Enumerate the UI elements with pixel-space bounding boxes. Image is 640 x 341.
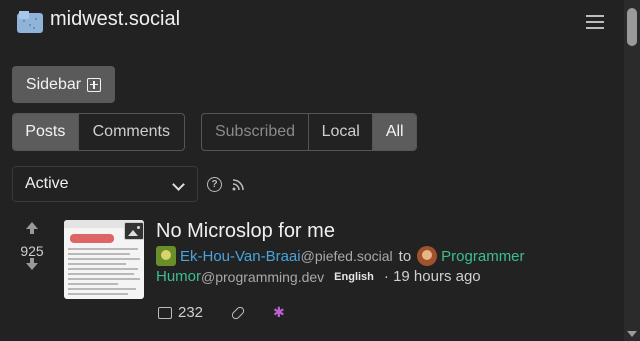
- sidebar-button-label: Sidebar: [25, 75, 82, 93]
- post-thumbnail[interactable]: [64, 220, 144, 299]
- tab-posts[interactable]: Posts: [13, 114, 79, 150]
- language-badge: English: [334, 270, 374, 283]
- link-icon[interactable]: [230, 304, 246, 321]
- comment-count[interactable]: 232: [178, 304, 203, 321]
- scrollbar-thumb[interactable]: [627, 8, 637, 46]
- sort-selected: Active: [25, 175, 69, 192]
- author-link[interactable]: Ek-Hou-Van-Braai: [180, 248, 301, 265]
- listing-toggle: Subscribed Local All: [201, 113, 417, 151]
- tab-local[interactable]: Local: [309, 114, 374, 150]
- site-logo-icon[interactable]: [16, 9, 44, 35]
- upvote-icon[interactable]: [26, 222, 38, 234]
- author-instance: @piefed.social: [300, 248, 393, 264]
- community-link[interactable]: Programmer: [441, 248, 524, 265]
- author-avatar: [156, 246, 176, 266]
- navbar: midwest.social: [0, 0, 624, 42]
- site-name[interactable]: midwest.social: [50, 8, 180, 31]
- tab-subscribed[interactable]: Subscribed: [202, 114, 309, 150]
- comment-icon[interactable]: [158, 306, 172, 319]
- chevron-down-icon: [172, 178, 185, 191]
- rss-icon[interactable]: [232, 179, 244, 191]
- community-avatar: [417, 246, 438, 266]
- plus-square-icon: [87, 77, 102, 92]
- community-instance: @programming.dev: [201, 268, 325, 285]
- post-score: 925: [20, 243, 44, 259]
- post-title[interactable]: No Microslop for me: [156, 220, 335, 243]
- scrollbar[interactable]: [624, 0, 640, 341]
- view-toggle: Posts Comments: [12, 113, 185, 151]
- menu-icon[interactable]: [586, 15, 604, 29]
- tab-comments[interactable]: Comments: [79, 114, 184, 150]
- crosspost-icon[interactable]: ✱: [273, 304, 285, 321]
- sort-select[interactable]: Active: [12, 166, 198, 202]
- to-label: to: [398, 247, 412, 265]
- post-meta-line1: Ek-Hou-Van-Braai @piefed.social to Progr…: [156, 246, 525, 266]
- post-meta-line2: Humor @programming.dev English · 19 hour…: [156, 268, 481, 285]
- community-link-cont[interactable]: Humor: [156, 268, 201, 285]
- sidebar-button[interactable]: Sidebar: [12, 66, 115, 103]
- downvote-icon[interactable]: [26, 258, 38, 270]
- tab-all[interactable]: All: [373, 114, 416, 150]
- scroll-down-icon[interactable]: [627, 331, 637, 337]
- image-icon: [124, 222, 144, 240]
- post-actions: 232 ✱: [158, 304, 285, 321]
- help-icon[interactable]: ?: [207, 177, 222, 192]
- vote-box: 925: [14, 222, 50, 270]
- post-time: · 19 hours ago: [383, 268, 481, 285]
